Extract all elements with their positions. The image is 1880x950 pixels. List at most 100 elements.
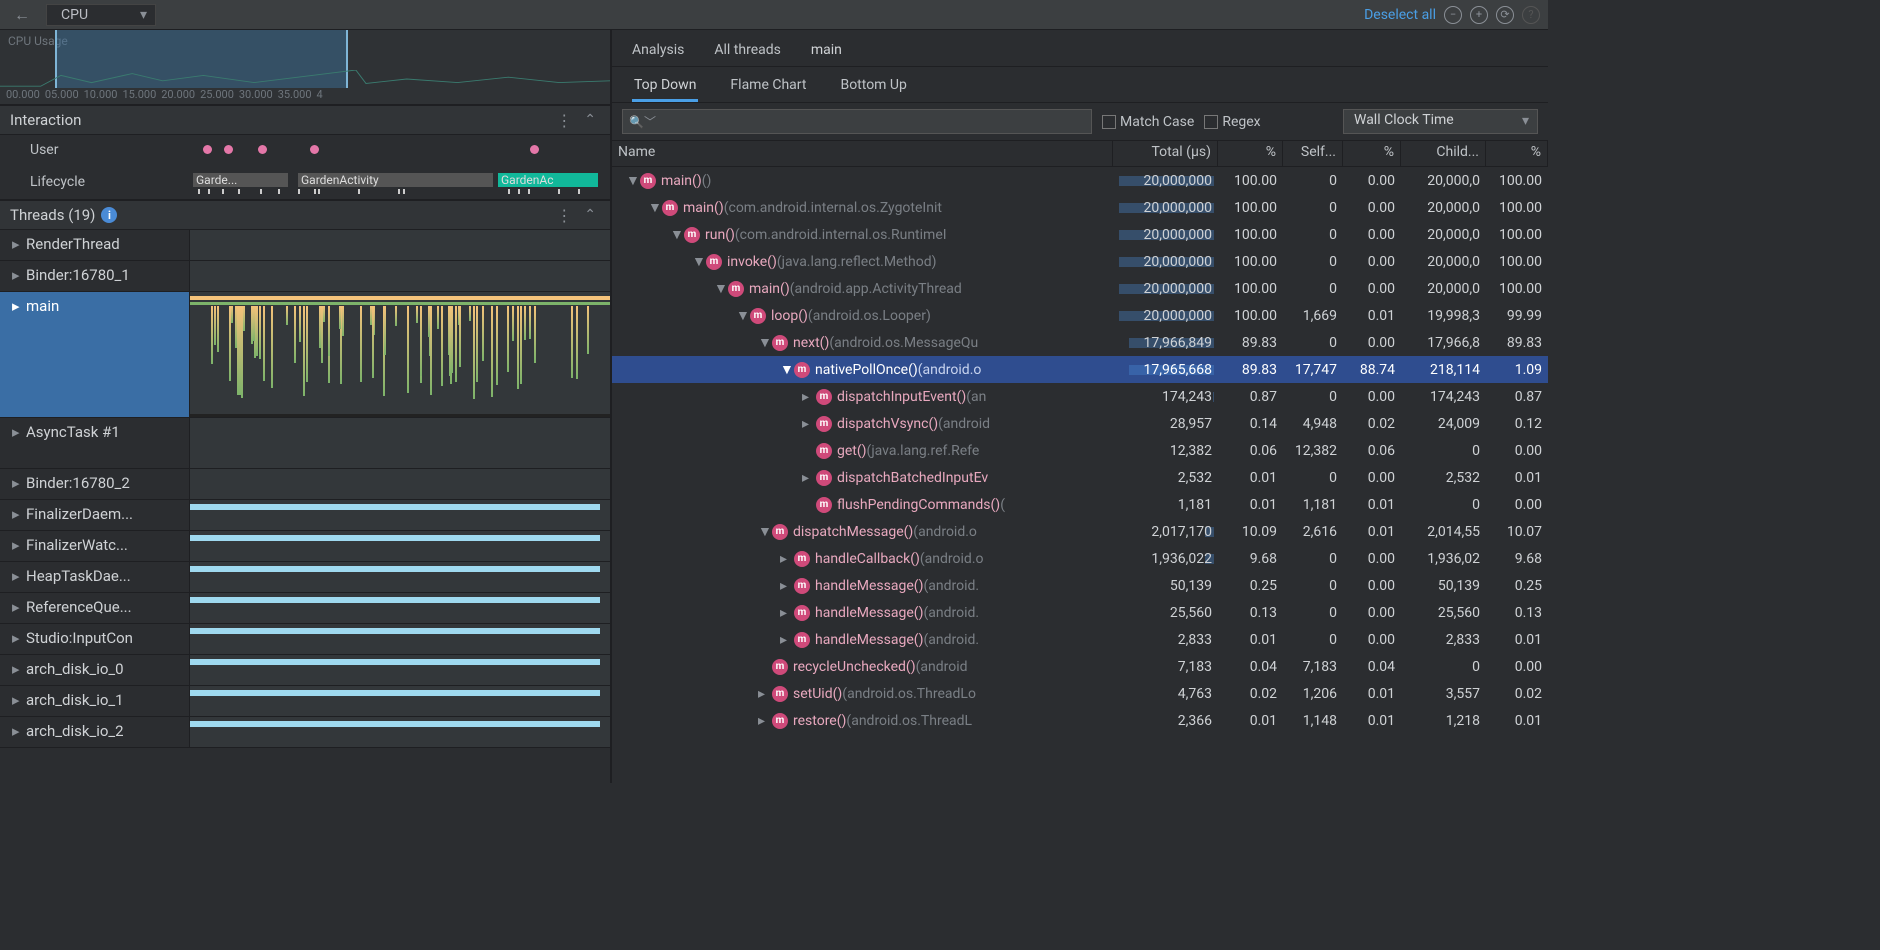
expand-toggle-icon[interactable]: ▸ bbox=[780, 551, 794, 567]
thread-row[interactable]: ▸Studio:InputCon bbox=[0, 624, 610, 655]
calltree-row[interactable]: ▸mdispatchVsync() (android28,9570.144,94… bbox=[612, 410, 1548, 437]
thread-name[interactable]: ▸FinalizerDaem... bbox=[0, 500, 190, 530]
zoom-out-icon[interactable]: − bbox=[1444, 6, 1462, 24]
expand-toggle-icon[interactable]: ▸ bbox=[758, 686, 772, 702]
lifecycle-bar[interactable]: GardenActivity bbox=[298, 173, 493, 187]
thread-name[interactable]: ▸RenderThread bbox=[0, 230, 190, 260]
user-events-track[interactable] bbox=[190, 135, 610, 165]
calltree-row[interactable]: ▼mloop() (android.os.Looper)20,000,00010… bbox=[612, 302, 1548, 329]
calltree-row[interactable]: mget() (java.lang.ref.Refe12,3820.0612,3… bbox=[612, 437, 1548, 464]
expand-toggle-icon[interactable]: ▸ bbox=[802, 389, 816, 405]
search-input[interactable]: 🔍﹀ bbox=[622, 109, 1092, 134]
expand-toggle-icon[interactable]: ▸ bbox=[780, 605, 794, 621]
threads-collapse-icon[interactable]: ⌃ bbox=[580, 207, 600, 223]
thread-timeline[interactable] bbox=[190, 261, 610, 291]
calltree-row[interactable]: ▸msetUid() (android.os.ThreadLo4,7630.02… bbox=[612, 680, 1548, 707]
zoom-in-icon[interactable]: + bbox=[1470, 6, 1488, 24]
calltree-row[interactable]: ▼mmain() ()20,000,000100.0000.0020,000,0… bbox=[612, 167, 1548, 194]
expand-toggle-icon[interactable]: ▸ bbox=[780, 578, 794, 594]
calltree-row[interactable]: ▸mhandleMessage() (android.50,1390.2500.… bbox=[612, 572, 1548, 599]
expand-toggle-icon[interactable]: ▼ bbox=[670, 226, 684, 243]
thread-timeline[interactable] bbox=[190, 717, 610, 747]
lifecycle-track[interactable]: Garde... GardenActivity GardenAc bbox=[190, 165, 610, 199]
back-button[interactable]: ← bbox=[8, 5, 36, 25]
lifecycle-bar[interactable]: GardenAc bbox=[498, 173, 598, 187]
interaction-collapse-icon[interactable]: ⌃ bbox=[580, 112, 600, 128]
col-childpct[interactable]: % bbox=[1486, 141, 1548, 166]
thread-row[interactable]: ▸arch_disk_io_2 bbox=[0, 717, 610, 748]
thread-name[interactable]: ▸HeapTaskDae... bbox=[0, 562, 190, 592]
calltree-row[interactable]: ▸mdispatchInputEvent() (an174,2430.8700.… bbox=[612, 383, 1548, 410]
user-event-dot[interactable] bbox=[310, 145, 319, 154]
thread-timeline[interactable] bbox=[190, 531, 610, 561]
regex-checkbox[interactable]: Regex bbox=[1204, 114, 1260, 130]
thread-timeline[interactable] bbox=[190, 655, 610, 685]
lifecycle-bar[interactable]: Garde... bbox=[193, 173, 288, 187]
expand-toggle-icon[interactable]: ▼ bbox=[714, 280, 728, 297]
profiler-type-dropdown[interactable]: CPU bbox=[46, 4, 156, 26]
thread-name[interactable]: ▸arch_disk_io_2 bbox=[0, 717, 190, 747]
user-event-dot[interactable] bbox=[203, 145, 212, 154]
thread-row[interactable]: ▸arch_disk_io_1 bbox=[0, 686, 610, 717]
thread-name[interactable]: ▸arch_disk_io_0 bbox=[0, 655, 190, 685]
expand-toggle-icon[interactable]: ▸ bbox=[758, 713, 772, 729]
col-child[interactable]: Child... bbox=[1401, 141, 1486, 166]
calltree-row[interactable]: ▼mnext() (android.os.MessageQu17,966,849… bbox=[612, 329, 1548, 356]
thread-row[interactable]: ▸RenderThread bbox=[0, 230, 610, 261]
thread-name[interactable]: ▸arch_disk_io_1 bbox=[0, 686, 190, 716]
subtab-flame-chart[interactable]: Flame Chart bbox=[728, 73, 808, 102]
thread-name[interactable]: ▸main bbox=[0, 292, 190, 417]
thread-row[interactable]: ▸AsyncTask #1 bbox=[0, 418, 610, 469]
col-name[interactable]: Name bbox=[612, 141, 1113, 166]
calltree-row[interactable]: ▸mhandleCallback() (android.o1,936,0229.… bbox=[612, 545, 1548, 572]
calltree-row[interactable]: ▸mdispatchBatchedInputEv 2,5320.0100.002… bbox=[612, 464, 1548, 491]
user-event-dot[interactable] bbox=[258, 145, 267, 154]
expand-toggle-icon[interactable]: ▼ bbox=[780, 361, 794, 378]
expand-toggle-icon[interactable]: ▼ bbox=[736, 307, 750, 324]
subtab-top-down[interactable]: Top Down bbox=[632, 73, 698, 102]
calltree-row[interactable]: ▼mrun() (com.android.internal.os.Runtime… bbox=[612, 221, 1548, 248]
expand-toggle-icon[interactable]: ▼ bbox=[626, 172, 640, 189]
expand-toggle-icon[interactable]: ▼ bbox=[692, 253, 706, 270]
expand-toggle-icon[interactable]: ▼ bbox=[758, 334, 772, 351]
cpu-usage-overview[interactable]: CPU Usage 00.00005.00010.00015.00020.000… bbox=[0, 30, 610, 105]
calltree-row[interactable]: ▸mhandleMessage() (android.25,5600.1300.… bbox=[612, 599, 1548, 626]
subtab-bottom-up[interactable]: Bottom Up bbox=[838, 73, 908, 102]
calltree-row[interactable]: ▼mmain() (com.android.internal.os.Zygote… bbox=[612, 194, 1548, 221]
threads-info-icon[interactable]: i bbox=[101, 207, 117, 223]
match-case-checkbox[interactable]: Match Case bbox=[1102, 114, 1194, 130]
tab-analysis[interactable]: Analysis bbox=[632, 38, 684, 66]
thread-name[interactable]: ▸FinalizerWatc... bbox=[0, 531, 190, 561]
calltree-row[interactable]: ▸mhandleMessage() (android.2,8330.0100.0… bbox=[612, 626, 1548, 653]
calltree-row[interactable]: ▼mnativePollOnce() (android.o17,965,6688… bbox=[612, 356, 1548, 383]
thread-timeline[interactable] bbox=[190, 292, 610, 417]
thread-timeline[interactable] bbox=[190, 230, 610, 260]
thread-name[interactable]: ▸Binder:16780_1 bbox=[0, 261, 190, 291]
interaction-more-icon[interactable]: ⋮ bbox=[548, 111, 580, 130]
expand-toggle-icon[interactable]: ▸ bbox=[802, 416, 816, 432]
calltree-row[interactable]: mrecycleUnchecked() (android7,1830.047,1… bbox=[612, 653, 1548, 680]
calltree-row[interactable]: ▼minvoke() (java.lang.reflect.Method)20,… bbox=[612, 248, 1548, 275]
col-selfpct[interactable]: % bbox=[1343, 141, 1401, 166]
deselect-all-link[interactable]: Deselect all bbox=[1356, 7, 1444, 23]
expand-toggle-icon[interactable]: ▸ bbox=[802, 470, 816, 486]
thread-row[interactable]: ▸Binder:16780_1 bbox=[0, 261, 610, 292]
calltree-row[interactable]: ▼mdispatchMessage() (android.o2,017,1701… bbox=[612, 518, 1548, 545]
calltree-row[interactable]: ▼mmain() (android.app.ActivityThread20,0… bbox=[612, 275, 1548, 302]
zoom-fit-icon[interactable]: ⟳ bbox=[1496, 6, 1514, 24]
expand-toggle-icon[interactable]: ▼ bbox=[648, 199, 662, 216]
thread-name[interactable]: ▸AsyncTask #1 bbox=[0, 418, 190, 468]
thread-row[interactable]: ▸HeapTaskDae... bbox=[0, 562, 610, 593]
time-mode-dropdown[interactable]: Wall Clock Time bbox=[1343, 109, 1538, 134]
thread-name[interactable]: ▸Binder:16780_2 bbox=[0, 469, 190, 499]
thread-row[interactable]: ▸FinalizerWatc... bbox=[0, 531, 610, 562]
thread-row[interactable]: ▸Binder:16780_2 bbox=[0, 469, 610, 500]
thread-timeline[interactable] bbox=[190, 500, 610, 530]
col-totalpct[interactable]: % bbox=[1218, 141, 1283, 166]
col-self[interactable]: Self... bbox=[1283, 141, 1343, 166]
tab-main[interactable]: main bbox=[811, 38, 842, 66]
expand-toggle-icon[interactable]: ▸ bbox=[780, 632, 794, 648]
thread-row[interactable]: ▸main bbox=[0, 292, 610, 418]
thread-timeline[interactable] bbox=[190, 418, 610, 468]
threads-more-icon[interactable]: ⋮ bbox=[548, 206, 580, 225]
